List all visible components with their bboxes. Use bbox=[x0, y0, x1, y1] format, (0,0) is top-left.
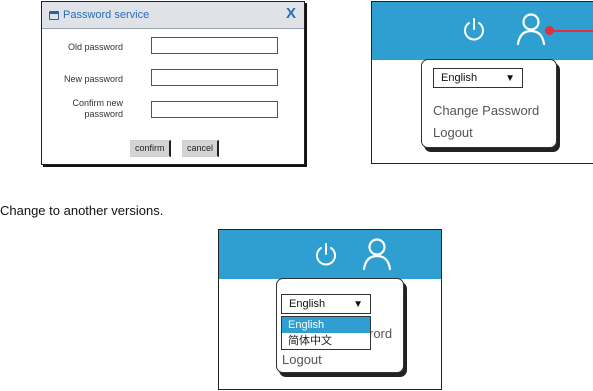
new-password-input[interactable] bbox=[151, 69, 278, 86]
user-dropdown-menu: English ▼ Change Password Logout bbox=[421, 59, 557, 148]
power-icon[interactable] bbox=[313, 241, 339, 269]
password-dialog-icon bbox=[49, 10, 59, 20]
language-option-english[interactable]: English bbox=[282, 317, 370, 333]
caption-text: Change to another versions. bbox=[0, 203, 164, 218]
confirm-button[interactable]: confirm bbox=[130, 140, 171, 157]
language-select-value: English bbox=[289, 298, 326, 310]
indicator-line bbox=[550, 30, 593, 32]
user-icon[interactable] bbox=[516, 12, 546, 46]
logout-item[interactable]: Logout bbox=[433, 125, 473, 140]
language-select[interactable]: English ▼ bbox=[433, 68, 523, 88]
user-menu-panel: English ▼ Change Password Logout bbox=[371, 1, 593, 164]
old-password-label: Old password bbox=[67, 42, 123, 52]
indicator-dot bbox=[545, 26, 554, 35]
new-password-label: New password bbox=[63, 74, 123, 84]
language-switch-panel: rord Logout English ▼ English 简体中文 bbox=[218, 229, 442, 390]
close-icon[interactable]: X bbox=[286, 5, 296, 22]
password-dialog: Password service X Old password New pass… bbox=[41, 1, 305, 165]
old-password-input[interactable] bbox=[151, 37, 278, 54]
dropdown-arrow-icon: ▼ bbox=[353, 298, 363, 310]
dialog-header: Password service X bbox=[42, 2, 304, 29]
language-select-value: English bbox=[441, 72, 478, 84]
cancel-button[interactable]: cancel bbox=[182, 140, 220, 157]
dropdown-arrow-icon: ▼ bbox=[505, 72, 515, 84]
change-password-item[interactable]: Change Password bbox=[433, 103, 539, 118]
power-icon[interactable] bbox=[461, 16, 487, 44]
language-options-list: English 简体中文 bbox=[281, 316, 371, 350]
change-password-item-partial[interactable]: rord bbox=[369, 326, 392, 341]
logout-item[interactable]: Logout bbox=[282, 352, 322, 367]
confirm-password-label: Confirm new password bbox=[72, 98, 123, 119]
language-select[interactable]: English ▼ bbox=[281, 294, 371, 314]
user-icon[interactable] bbox=[362, 237, 392, 271]
confirm-password-input[interactable] bbox=[151, 101, 278, 118]
language-option-simplified-chinese[interactable]: 简体中文 bbox=[282, 333, 370, 349]
dialog-title: Password service bbox=[63, 9, 150, 21]
dialog-title-bar: Password service bbox=[49, 9, 149, 21]
